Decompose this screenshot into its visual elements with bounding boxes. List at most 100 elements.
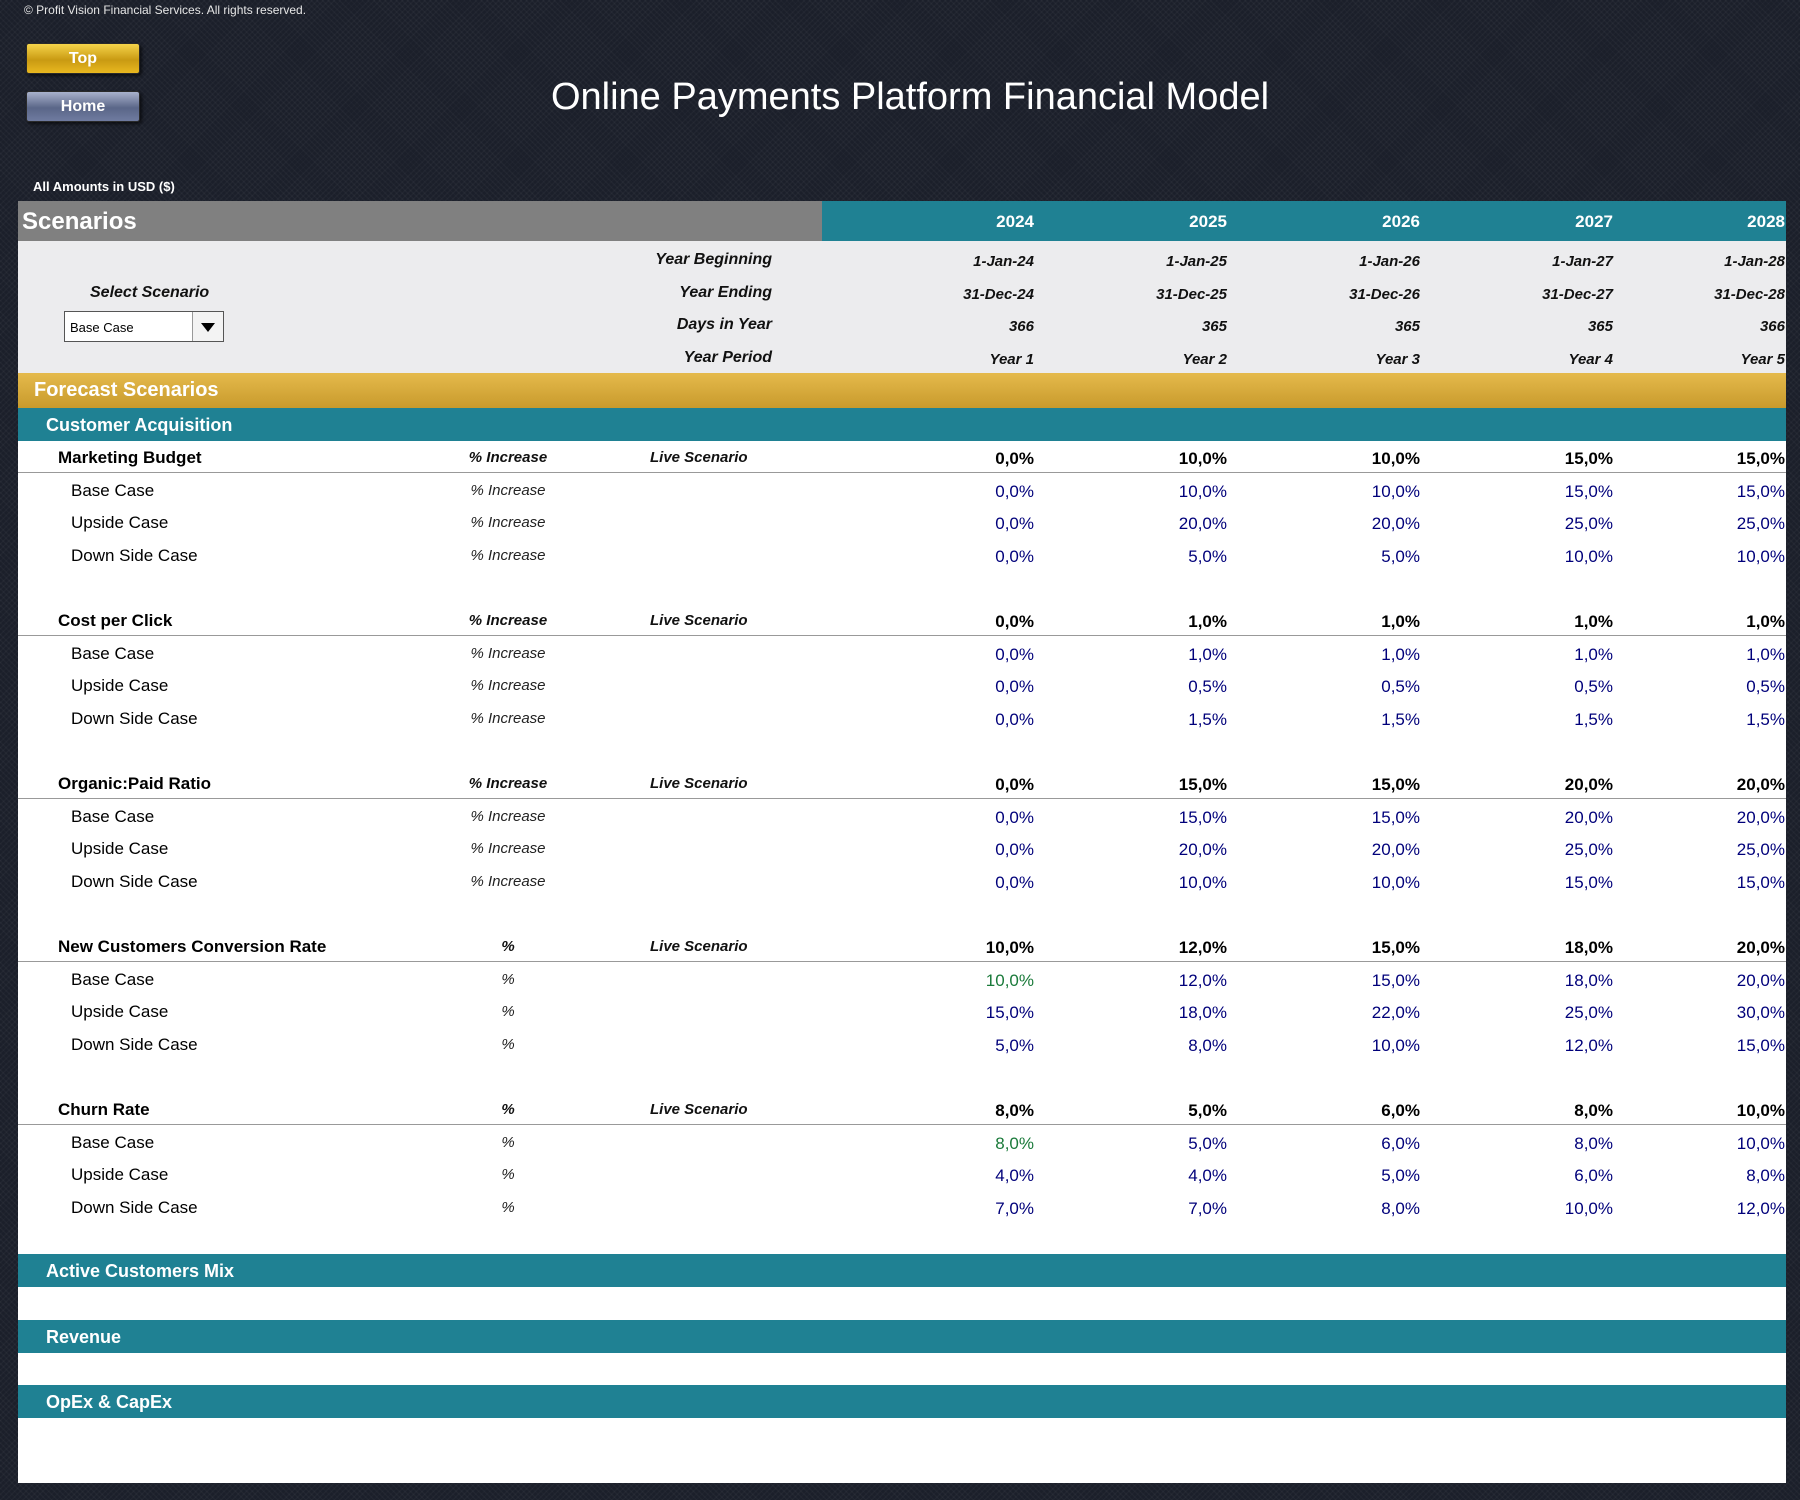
scenario-dropdown[interactable]: Base Case — [64, 311, 224, 342]
case-input-cell[interactable]: 7,0% — [864, 1199, 1034, 1219]
case-input-cell[interactable]: 0,0% — [864, 482, 1034, 502]
currency-note: All Amounts in USD ($) — [33, 179, 175, 194]
case-input-cell[interactable]: 8,0% — [1057, 1036, 1227, 1056]
metric-live-row: Organic:Paid Ratio % Increase Live Scenari… — [18, 767, 1786, 799]
case-input-cell[interactable]: 8,0% — [1615, 1166, 1785, 1186]
case-input-cell[interactable]: 20,0% — [1615, 971, 1785, 991]
case-input-cell[interactable]: 5,0% — [864, 1036, 1034, 1056]
metric-unit: % Increase — [468, 612, 548, 629]
case-input-cell[interactable]: 15,0% — [1250, 808, 1420, 828]
chevron-down-icon[interactable] — [192, 312, 223, 341]
case-input-cell[interactable]: 1,5% — [1250, 710, 1420, 730]
case-input-cell[interactable]: 6,0% — [1250, 1134, 1420, 1154]
case-input-cell[interactable]: 6,0% — [1443, 1166, 1613, 1186]
case-input-cell[interactable]: 0,0% — [864, 840, 1034, 860]
section-opex-capex[interactable]: OpEx & CapEx — [18, 1385, 1786, 1418]
metric-unit: % — [501, 1101, 515, 1118]
case-input-cell[interactable]: 0,0% — [864, 645, 1034, 665]
case-input-cell[interactable]: 20,0% — [1057, 514, 1227, 534]
case-input-cell[interactable]: 1,0% — [1443, 645, 1613, 665]
case-input-cell[interactable]: 4,0% — [864, 1166, 1034, 1186]
top-button[interactable]: Top — [26, 43, 140, 74]
case-input-cell[interactable]: 12,0% — [1615, 1199, 1785, 1219]
case-input-cell[interactable]: 12,0% — [1443, 1036, 1613, 1056]
case-input-cell[interactable]: 5,0% — [1057, 547, 1227, 567]
case-input-cell[interactable]: 8,0% — [1443, 1134, 1613, 1154]
case-input-cell[interactable]: 25,0% — [1443, 1003, 1613, 1023]
case-input-cell[interactable]: 12,0% — [1057, 971, 1227, 991]
case-input-cell[interactable]: 0,5% — [1615, 677, 1785, 697]
case-input-cell[interactable]: 18,0% — [1057, 1003, 1227, 1023]
case-input-cell[interactable]: 18,0% — [1443, 971, 1613, 991]
case-input-cell[interactable]: 8,0% — [864, 1134, 1034, 1154]
live-value-cell: 15,0% — [1564, 449, 1613, 468]
case-input-cell[interactable]: 10,0% — [1615, 1134, 1785, 1154]
case-input-cell[interactable]: 10,0% — [1250, 482, 1420, 502]
copyright-text: © Profit Vision Financial Services. All … — [24, 3, 307, 17]
case-input-cell[interactable]: 1,5% — [1057, 710, 1227, 730]
section-revenue[interactable]: Revenue — [18, 1320, 1786, 1353]
case-input-cell[interactable]: 0,5% — [1443, 677, 1613, 697]
case-input-cell[interactable]: 1,5% — [1615, 710, 1785, 730]
case-input-cell[interactable]: 25,0% — [1443, 514, 1613, 534]
case-input-cell[interactable]: 5,0% — [1057, 1134, 1227, 1154]
case-input-cell[interactable]: 0,0% — [864, 514, 1034, 534]
year-period-label: Year Period — [683, 349, 772, 366]
section-active-customers-mix[interactable]: Active Customers Mix — [18, 1254, 1786, 1287]
case-input-cell[interactable]: 5,0% — [1250, 547, 1420, 567]
case-input-cell[interactable]: 15,0% — [1615, 482, 1785, 502]
case-input-cell[interactable]: 20,0% — [1443, 808, 1613, 828]
scenario-dropdown-value: Base Case — [70, 320, 134, 335]
year-beginning-label: Year Beginning — [655, 251, 772, 268]
live-scenario-label: Live Scenario — [650, 612, 748, 629]
case-input-cell[interactable]: 10,0% — [1443, 547, 1613, 567]
case-input-cell[interactable]: 20,0% — [1615, 808, 1785, 828]
case-input-cell[interactable]: 15,0% — [1250, 971, 1420, 991]
case-input-cell[interactable]: 15,0% — [1615, 873, 1785, 893]
case-input-cell[interactable]: 0,0% — [864, 873, 1034, 893]
case-input-cell[interactable]: 25,0% — [1443, 840, 1613, 860]
case-input-cell[interactable]: 10,0% — [1057, 482, 1227, 502]
case-input-cell[interactable]: 5,0% — [1250, 1166, 1420, 1186]
case-input-cell[interactable]: 10,0% — [1250, 873, 1420, 893]
case-input-cell[interactable]: 4,0% — [1057, 1166, 1227, 1186]
case-input-cell[interactable]: 0,0% — [864, 710, 1034, 730]
case-input-cell[interactable]: 20,0% — [1250, 840, 1420, 860]
case-input-cell[interactable]: 1,5% — [1443, 710, 1613, 730]
case-input-cell[interactable]: 10,0% — [1443, 1199, 1613, 1219]
case-input-cell[interactable]: 25,0% — [1615, 514, 1785, 534]
case-name: Base Case — [71, 1132, 155, 1152]
live-value-cell: 1,0% — [1188, 612, 1227, 631]
case-input-cell[interactable]: 22,0% — [1250, 1003, 1420, 1023]
case-input-cell[interactable]: 0,0% — [864, 547, 1034, 567]
case-input-cell[interactable]: 1,0% — [1250, 645, 1420, 665]
case-input-cell[interactable]: 25,0% — [1615, 840, 1785, 860]
case-input-cell[interactable]: 15,0% — [1443, 873, 1613, 893]
case-input-cell[interactable]: 15,0% — [1615, 1036, 1785, 1056]
year-ending-cell: 31-Dec-24 — [963, 286, 1034, 303]
case-input-cell[interactable]: 1,0% — [1057, 645, 1227, 665]
section-customer-acquisition[interactable]: Customer Acquisition — [18, 408, 1786, 441]
case-input-cell[interactable]: 15,0% — [1443, 482, 1613, 502]
case-input-cell[interactable]: 15,0% — [864, 1003, 1034, 1023]
case-input-cell[interactable]: 20,0% — [1250, 514, 1420, 534]
case-unit: % Increase — [470, 709, 546, 727]
case-name: Upside Case — [71, 513, 169, 533]
case-input-cell[interactable]: 0,5% — [1250, 677, 1420, 697]
case-input-cell[interactable]: 0,5% — [1057, 677, 1227, 697]
case-input-cell[interactable]: 0,0% — [864, 808, 1034, 828]
case-input-cell[interactable]: 10,0% — [1615, 547, 1785, 567]
case-input-cell[interactable]: 15,0% — [1057, 808, 1227, 828]
case-input-cell[interactable]: 0,0% — [864, 677, 1034, 697]
case-name: Down Side Case — [71, 545, 198, 565]
case-input-cell[interactable]: 8,0% — [1250, 1199, 1420, 1219]
case-input-cell[interactable]: 1,0% — [1615, 645, 1785, 665]
case-input-cell[interactable]: 7,0% — [1057, 1199, 1227, 1219]
case-input-cell[interactable]: 10,0% — [1250, 1036, 1420, 1056]
case-input-cell[interactable]: 30,0% — [1615, 1003, 1785, 1023]
case-input-cell[interactable]: 10,0% — [864, 971, 1034, 991]
days-in-year-label: Days in Year — [676, 316, 772, 333]
case-input-cell[interactable]: 20,0% — [1057, 840, 1227, 860]
case-input-cell[interactable]: 10,0% — [1057, 873, 1227, 893]
case-name: Down Side Case — [71, 1034, 198, 1054]
